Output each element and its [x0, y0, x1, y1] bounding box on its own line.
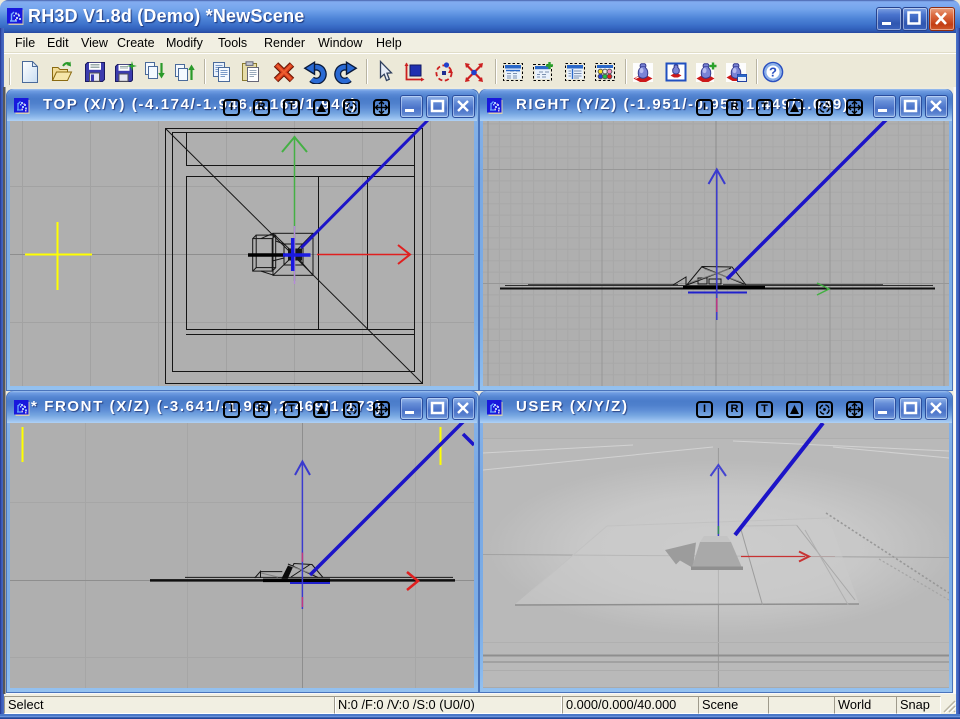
svg-text:?: ? [769, 65, 777, 80]
